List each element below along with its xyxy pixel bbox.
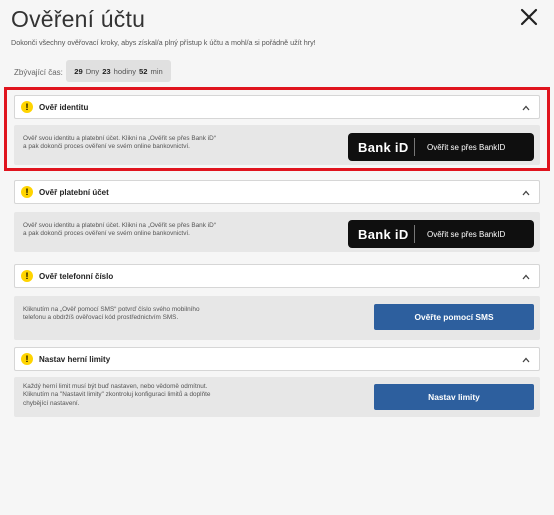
section-description: Kliknutím na „Ověř pomocí SMS“ potvrď čí… — [23, 306, 200, 322]
chevron-up-icon[interactable] — [521, 188, 531, 198]
time-minutes-unit: min — [150, 66, 163, 76]
section-header-payment[interactable]: ! Ověř platební účet — [14, 180, 540, 204]
bankid-logo: Bank iD — [358, 139, 409, 155]
remaining-time-label: Zbývající čas: — [14, 68, 63, 77]
section-title: Nastav herní limity — [39, 354, 111, 364]
warning-icon: ! — [21, 186, 33, 198]
chevron-up-icon[interactable] — [521, 103, 531, 113]
time-hours: 23 — [102, 66, 111, 76]
modal-subtitle: Dokonči všechny ověřovací kroky, abys zí… — [11, 38, 316, 47]
section-body-limits: Každý herní limit musí být buď nastaven,… — [14, 377, 540, 417]
time-days-unit: Dny — [85, 66, 100, 76]
time-minutes: 52 — [139, 66, 148, 76]
bankid-button-label: Ověřit se přes BankID — [427, 142, 506, 152]
section-title: Ověř identitu — [39, 102, 89, 112]
modal-title: Ověření účtu — [11, 6, 146, 32]
bankid-verify-button[interactable]: Bank iD Ověřit se přes BankID — [348, 220, 534, 248]
button-divider — [414, 225, 415, 243]
chevron-up-icon[interactable] — [521, 272, 531, 282]
section-header-identity[interactable]: ! Ověř identitu — [14, 95, 540, 119]
warning-icon: ! — [21, 353, 33, 365]
section-header-limits[interactable]: ! Nastav herní limity — [14, 347, 540, 371]
section-description: Ověř svou identitu a platební účet. Klik… — [23, 135, 216, 151]
time-days: 29 — [74, 66, 83, 76]
section-title: Ověř telefonní číslo — [39, 271, 114, 281]
section-body-phone: Kliknutím na „Ověř pomocí SMS“ potvrď čí… — [14, 296, 540, 340]
warning-icon: ! — [21, 270, 33, 282]
section-body-identity: Ověř svou identitu a platební účet. Klik… — [14, 125, 540, 165]
remaining-time-badge: 29 Dny 23 hodiny 52 min — [66, 60, 171, 82]
section-body-payment: Ověř svou identitu a platební účet. Klik… — [14, 212, 540, 252]
chevron-up-icon[interactable] — [521, 355, 531, 365]
warning-icon: ! — [21, 101, 33, 113]
bankid-verify-button[interactable]: Bank iD Ověřit se přes BankID — [348, 133, 534, 161]
time-hours-unit: hodiny — [113, 66, 137, 76]
verify-sms-button[interactable]: Ověřte pomocí SMS — [374, 304, 534, 330]
close-icon[interactable] — [518, 6, 540, 28]
bankid-logo: Bank iD — [358, 226, 409, 242]
button-divider — [414, 138, 415, 156]
section-description: Každý herní limit musí být buď nastaven,… — [23, 383, 211, 407]
section-header-phone[interactable]: ! Ověř telefonní číslo — [14, 264, 540, 288]
section-title: Ověř platební účet — [39, 187, 109, 197]
section-description: Ověř svou identitu a platební účet. Klik… — [23, 222, 216, 238]
bankid-button-label: Ověřit se přes BankID — [427, 229, 506, 239]
verification-modal: Ověření účtu Dokonči všechny ověřovací k… — [0, 0, 554, 515]
set-limits-button[interactable]: Nastav limity — [374, 384, 534, 410]
